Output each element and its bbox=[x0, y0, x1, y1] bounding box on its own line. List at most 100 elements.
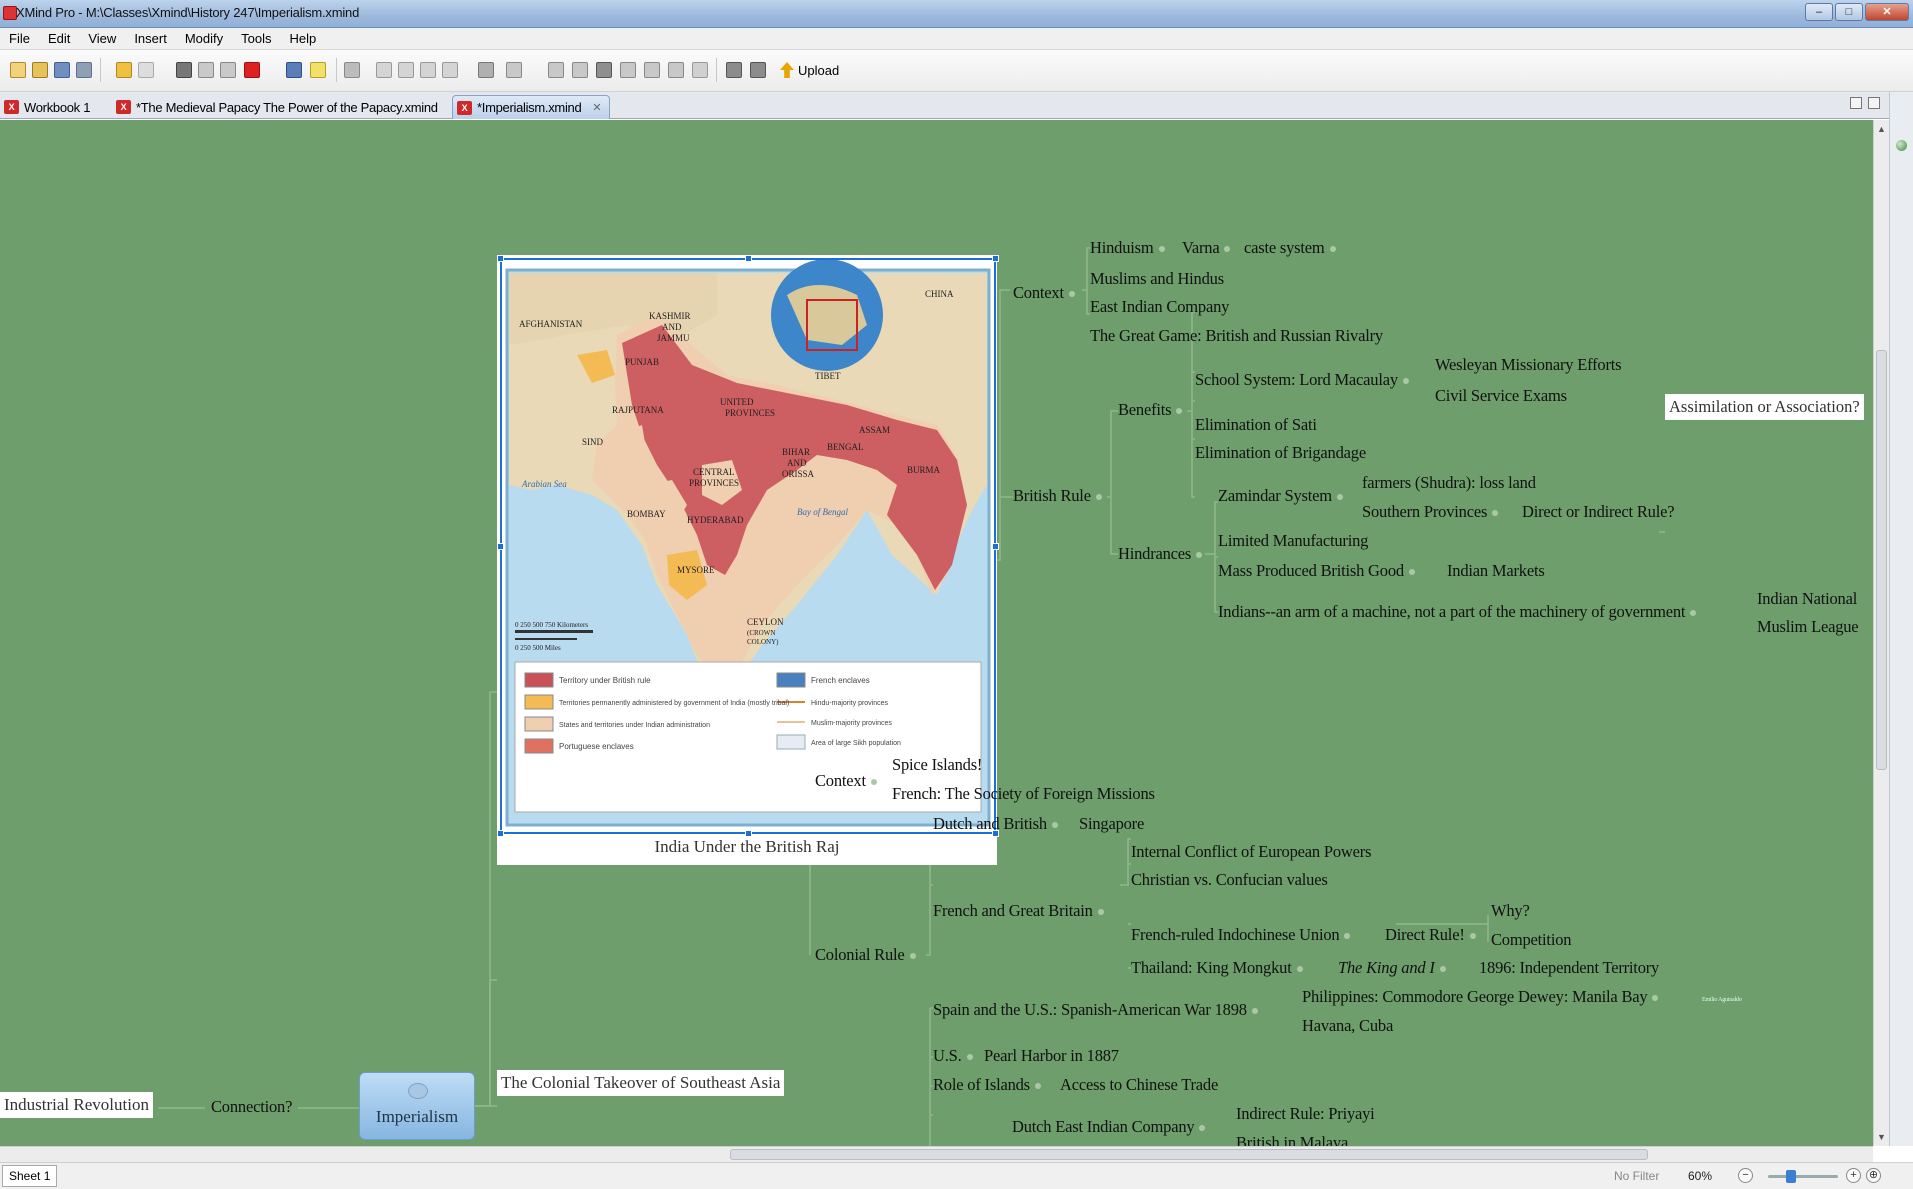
topic-context-sea[interactable]: Context bbox=[815, 771, 877, 791]
topic-elimination-of-sati[interactable]: Elimination of Sati bbox=[1195, 415, 1317, 435]
horizontal-scroll-thumb[interactable] bbox=[730, 1149, 1648, 1160]
topic-direct-rule[interactable]: Direct Rule! bbox=[1385, 925, 1476, 945]
topic-french-and-great-britain[interactable]: French and Great Britain bbox=[933, 901, 1104, 921]
close-window-button[interactable]: ✕ bbox=[1865, 3, 1909, 21]
topic-british-in-malaya[interactable]: British in Malaya bbox=[1236, 1133, 1348, 1146]
resize-handle[interactable] bbox=[497, 255, 504, 262]
cut-icon[interactable] bbox=[176, 62, 192, 78]
notes-icon[interactable] bbox=[644, 62, 660, 78]
topic-indians-arm-of-machine[interactable]: Indians--an arm of a machine, not a part… bbox=[1218, 602, 1696, 622]
minimize-editor-icon[interactable] bbox=[1850, 97, 1862, 109]
topic-wesleyan-missionary[interactable]: Wesleyan Missionary Efforts bbox=[1435, 355, 1622, 375]
topic-direct-or-indirect-rule[interactable]: Direct or Indirect Rule? bbox=[1522, 502, 1675, 522]
central-topic-imperialism[interactable]: Imperialism bbox=[359, 1072, 475, 1140]
image-icon[interactable] bbox=[596, 62, 612, 78]
minimize-button[interactable]: – bbox=[1805, 3, 1833, 21]
topic-thailand-king-mongkut[interactable]: Thailand: King Mongkut bbox=[1131, 958, 1303, 978]
summary-icon[interactable] bbox=[442, 62, 458, 78]
undo-icon[interactable] bbox=[116, 62, 132, 78]
subtopic-icon[interactable] bbox=[376, 62, 392, 78]
boundary-icon[interactable] bbox=[506, 62, 522, 78]
topic-muslims-and-hindus[interactable]: Muslims and Hindus bbox=[1090, 269, 1224, 289]
topic-indian-markets[interactable]: Indian Markets bbox=[1447, 561, 1545, 581]
drill-down-icon[interactable] bbox=[726, 62, 742, 78]
horizontal-scrollbar[interactable] bbox=[0, 1146, 1873, 1162]
sheet-tab[interactable]: Sheet 1 bbox=[2, 1165, 58, 1187]
topic-east-indian-company[interactable]: East Indian Company bbox=[1090, 297, 1229, 317]
overview-panel-icon[interactable] bbox=[1896, 140, 1907, 151]
menu-file[interactable]: File bbox=[0, 31, 39, 46]
tab-medieval-papacy[interactable]: X *The Medieval Papacy The Power of the … bbox=[112, 95, 446, 119]
resize-handle[interactable] bbox=[497, 543, 504, 550]
structure-icon[interactable] bbox=[344, 62, 360, 78]
topic-dutch-east-indian-company[interactable]: Dutch East Indian Company bbox=[1012, 1117, 1205, 1137]
topic-caste-system[interactable]: caste system bbox=[1244, 238, 1336, 258]
idea-lightbulb-icon[interactable] bbox=[310, 62, 326, 78]
label-icon[interactable] bbox=[572, 62, 588, 78]
vertical-scroll-thumb[interactable] bbox=[1876, 350, 1887, 770]
topic-us[interactable]: U.S. bbox=[933, 1046, 973, 1066]
copy-icon[interactable] bbox=[198, 62, 214, 78]
menu-edit[interactable]: Edit bbox=[39, 31, 79, 46]
topic-assimilation-or-association[interactable]: Assimilation or Association? bbox=[1665, 394, 1864, 420]
mind-map-canvas[interactable]: Industrial Revolution Connection? Imperi… bbox=[0, 120, 1873, 1146]
zoom-slider-knob[interactable] bbox=[1786, 1170, 1796, 1183]
resize-handle[interactable] bbox=[745, 255, 752, 262]
topic-philippines-dewey[interactable]: Philippines: Commodore George Dewey: Man… bbox=[1302, 987, 1658, 1007]
floating-topic-icon[interactable] bbox=[398, 62, 414, 78]
menu-help[interactable]: Help bbox=[280, 31, 325, 46]
paste-icon[interactable] bbox=[220, 62, 236, 78]
relationship-pen-icon[interactable] bbox=[478, 62, 494, 78]
topic-civil-service-exams[interactable]: Civil Service Exams bbox=[1435, 386, 1567, 406]
topic-elimination-of-brigandage[interactable]: Elimination of Brigandage bbox=[1195, 443, 1366, 463]
topic-farmers-shudra[interactable]: farmers (Shudra): loss land bbox=[1362, 473, 1536, 493]
vertical-scrollbar[interactable]: ▲ ▼ bbox=[1873, 120, 1889, 1146]
topic-hinduism[interactable]: Hinduism bbox=[1090, 238, 1165, 258]
topic-access-to-chinese-trade[interactable]: Access to Chinese Trade bbox=[1060, 1075, 1218, 1095]
topic-pearl-harbor-1887[interactable]: Pearl Harbor in 1887 bbox=[984, 1046, 1119, 1066]
topic-role-of-islands[interactable]: Role of Islands bbox=[933, 1075, 1041, 1095]
topic-indian-national[interactable]: Indian National bbox=[1757, 589, 1857, 609]
tab-imperialism[interactable]: X *Imperialism.xmind ✕ bbox=[452, 95, 611, 119]
scroll-down-icon[interactable]: ▼ bbox=[1877, 1132, 1886, 1142]
map-image-caption[interactable]: India Under the British Raj bbox=[497, 834, 997, 862]
topic-havana-cuba[interactable]: Havana, Cuba bbox=[1302, 1016, 1393, 1036]
audio-note-icon[interactable] bbox=[692, 62, 708, 78]
topic-christian-vs-confucian[interactable]: Christian vs. Confucian values bbox=[1131, 870, 1328, 890]
marker-icon[interactable] bbox=[548, 62, 564, 78]
tab-workbook-1[interactable]: X Workbook 1 bbox=[0, 95, 98, 119]
filter-status[interactable]: No Filter bbox=[1614, 1169, 1659, 1183]
resize-handle[interactable] bbox=[992, 543, 999, 550]
topic-benefits[interactable]: Benefits bbox=[1118, 400, 1182, 420]
topic-connection[interactable]: Connection? bbox=[211, 1097, 292, 1117]
menu-view[interactable]: View bbox=[79, 31, 125, 46]
new-workbook-icon[interactable] bbox=[10, 62, 26, 78]
topic-singapore[interactable]: Singapore bbox=[1079, 814, 1144, 834]
print-icon[interactable] bbox=[76, 62, 92, 78]
attachment-icon[interactable] bbox=[668, 62, 684, 78]
topic-french-ruled-indochinese-union[interactable]: French-ruled Indochinese Union bbox=[1131, 925, 1350, 945]
scroll-up-icon[interactable]: ▲ bbox=[1877, 124, 1886, 134]
topic-1896-independent-territory[interactable]: 1896: Independent Territory bbox=[1479, 958, 1659, 978]
topic-why[interactable]: Why? bbox=[1491, 901, 1530, 921]
fit-to-screen-icon[interactable]: ⊕ bbox=[1866, 1168, 1881, 1183]
topic-dutch-and-british[interactable]: Dutch and British bbox=[933, 814, 1058, 834]
topic-muslim-league[interactable]: Muslim League bbox=[1757, 617, 1859, 637]
topic-mass-produced-british-good[interactable]: Mass Produced British Good bbox=[1218, 561, 1415, 581]
resize-handle[interactable] bbox=[992, 255, 999, 262]
topic-great-game[interactable]: The Great Game: British and Russian Riva… bbox=[1090, 326, 1383, 346]
hyperlink-icon[interactable] bbox=[620, 62, 636, 78]
upload-button[interactable]: Upload bbox=[780, 62, 839, 78]
topic-industrial-revolution[interactable]: Industrial Revolution bbox=[0, 1092, 153, 1118]
topic-context-india[interactable]: Context bbox=[1013, 283, 1075, 303]
redo-icon[interactable] bbox=[138, 62, 154, 78]
image-selection-frame[interactable] bbox=[497, 255, 999, 837]
topic-colonial-takeover-southeast-asia[interactable]: The Colonial Takeover of Southeast Asia bbox=[497, 1070, 785, 1096]
menu-insert[interactable]: Insert bbox=[125, 31, 176, 46]
topic-internal-conflict-european[interactable]: Internal Conflict of European Powers bbox=[1131, 842, 1371, 862]
insert-topic-icon[interactable] bbox=[286, 62, 302, 78]
maximize-button[interactable]: □ bbox=[1835, 3, 1863, 21]
topic-school-system[interactable]: School System: Lord Macaulay bbox=[1195, 370, 1409, 390]
drill-up-icon[interactable] bbox=[750, 62, 766, 78]
topic-zamindar-system[interactable]: Zamindar System bbox=[1218, 486, 1343, 506]
